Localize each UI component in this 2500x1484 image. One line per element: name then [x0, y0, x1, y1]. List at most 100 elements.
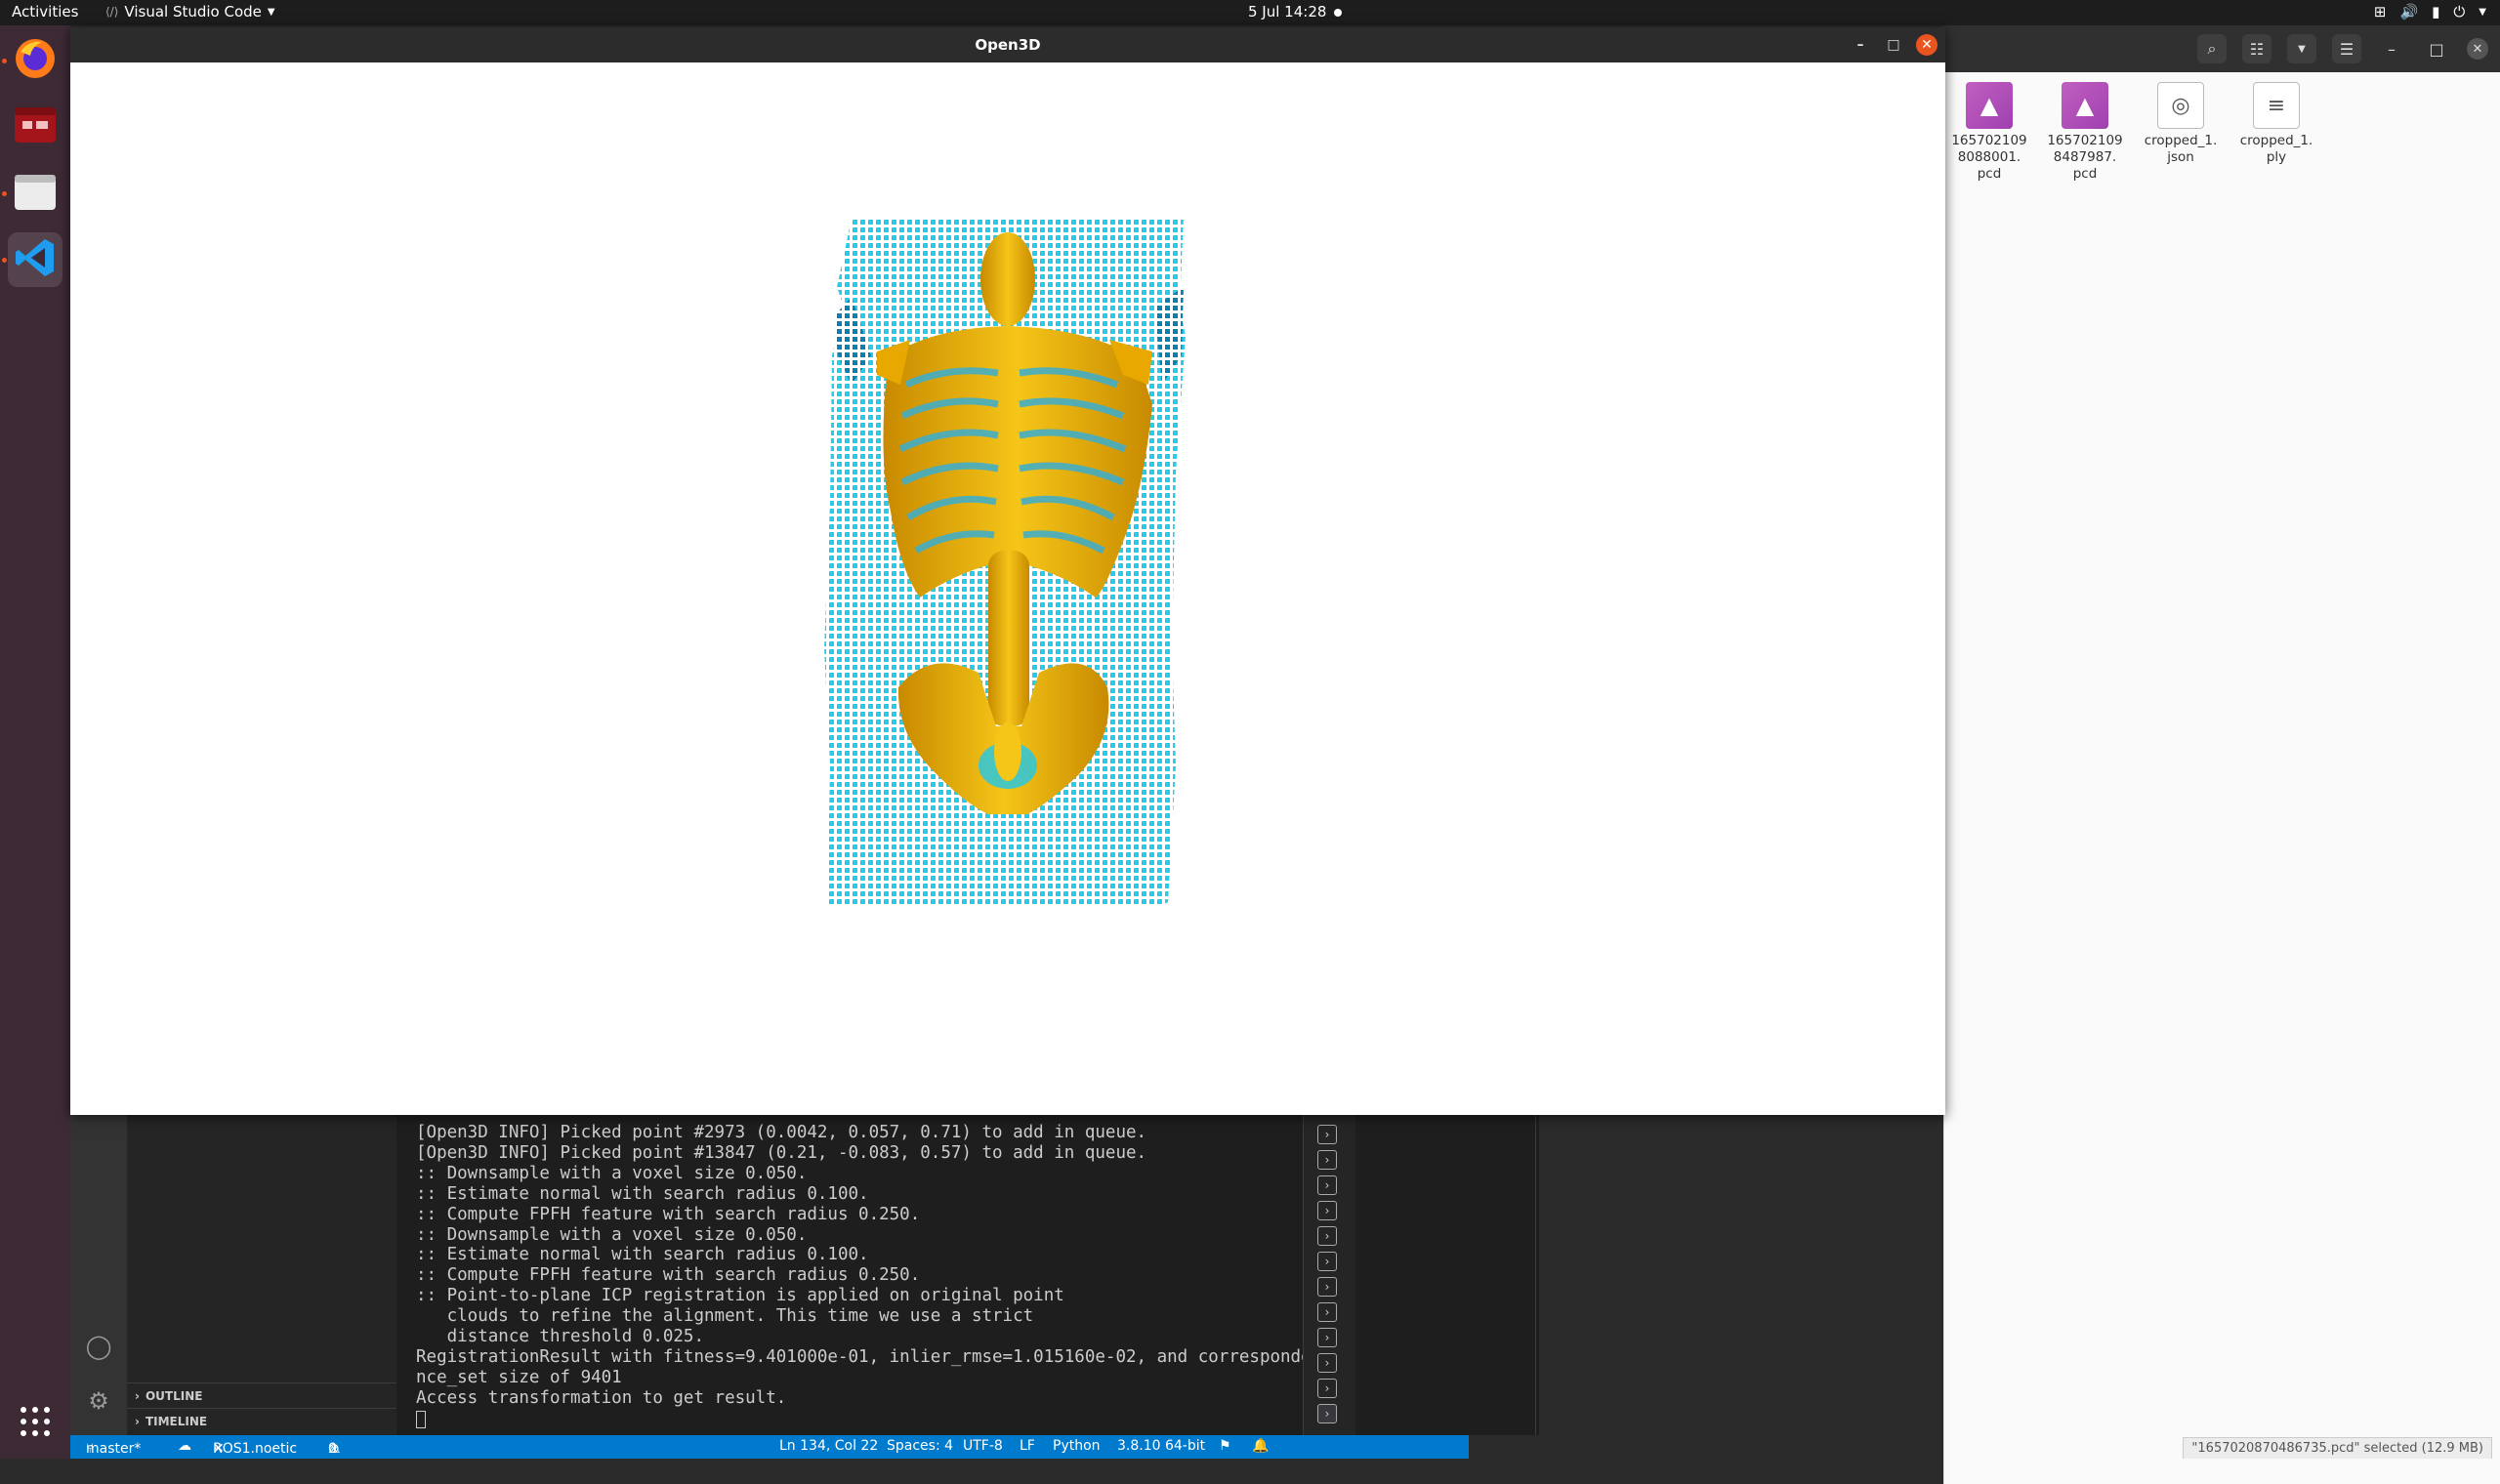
terminal-tab-icon[interactable]: ›: [1317, 1150, 1337, 1170]
file-name: cropped_1. json: [2144, 133, 2218, 165]
terminal-line: :: Downsample with a voxel size 0.050.: [416, 1163, 808, 1183]
dock-terminal[interactable]: [8, 100, 62, 154]
menu-icon[interactable]: ☰: [2332, 34, 2361, 63]
file-item[interactable]: ▲ 165702109 8487987. pcd: [2041, 82, 2129, 183]
terminal-tab-icon[interactable]: ›: [1317, 1252, 1337, 1271]
timeline-section[interactable]: › TIMELINE: [127, 1408, 396, 1433]
file-name: 165702109 8487987. pcd: [2047, 133, 2123, 182]
terminal-tab-icon[interactable]: ›: [1317, 1201, 1337, 1220]
image-file-icon: ▲: [1966, 82, 2013, 129]
minimize-icon[interactable]: –: [1850, 34, 1871, 56]
terminal-line: RegistrationResult with fitness=9.401000…: [416, 1346, 1312, 1367]
running-indicator: [2, 258, 7, 263]
view-list-icon[interactable]: ☷: [2242, 34, 2271, 63]
terminal-line: [Open3D INFO] Picked point #13847 (0.21,…: [416, 1142, 1147, 1163]
terminal-tab-icon-active[interactable]: ›: [1317, 1404, 1337, 1423]
terminal-icon: [13, 105, 58, 148]
divider: [1535, 1115, 1536, 1435]
vscode-icon: [14, 236, 57, 283]
show-applications-button[interactable]: [8, 1396, 62, 1451]
terminal-tab-icon[interactable]: ›: [1317, 1125, 1337, 1144]
system-tray[interactable]: ⊞ 🔊 ▮ ⏻ ▼: [2374, 3, 2486, 21]
terminal-tab-icon[interactable]: ›: [1317, 1226, 1337, 1246]
sync-icon[interactable]: ☁: [178, 1438, 191, 1454]
firefox-icon: [13, 36, 58, 85]
terminal-tab-icon[interactable]: ›: [1317, 1328, 1337, 1347]
chevron-down-icon: ▼: [267, 6, 275, 18]
top-bar: Activities ⟨/⟩ Visual Studio Code ▼ 5 Ju…: [0, 0, 2500, 25]
vscode-window: ◯ ⚙ › OUTLINE › TIMELINE [Open3D INFO] P…: [70, 1115, 1539, 1459]
eol-status[interactable]: LF: [1020, 1438, 1035, 1454]
image-file-icon: ▲: [2062, 82, 2108, 129]
terminal-line: clouds to refine the alignment. This tim…: [416, 1306, 1034, 1327]
ros-label: ROS1.noetic: [213, 1441, 298, 1457]
battery-icon: ▮: [2432, 3, 2440, 21]
encoding-status[interactable]: UTF-8: [963, 1438, 1003, 1454]
network-icon: ⊞: [2373, 3, 2387, 21]
branch-label: master*: [86, 1441, 142, 1457]
clock[interactable]: 5 Jul 14:28: [1248, 3, 1326, 21]
file-item[interactable]: ◎ cropped_1. json: [2137, 82, 2225, 166]
terminal-tab-icon[interactable]: ›: [1317, 1379, 1337, 1398]
activities-button[interactable]: Activities: [12, 3, 78, 21]
activity-bar: ◯ ⚙: [70, 1115, 127, 1435]
bell-icon[interactable]: 🔔: [1252, 1438, 1269, 1454]
section-label: OUTLINE: [145, 1388, 203, 1403]
files-headerbar: ⌕ ☷ ▼ ☰ – □ ✕: [1943, 25, 2500, 72]
maximize-icon[interactable]: □: [1883, 34, 1904, 56]
status-bar: ⑂ master* ☁ ✕ ROS1.noetic ⊗ 0 ⚠ 0 Ln 134…: [70, 1435, 1469, 1459]
file-item[interactable]: ≡ cropped_1. ply: [2232, 82, 2320, 166]
terminal-line: Access transformation to get result.: [416, 1387, 787, 1408]
power-icon: ⏻: [2453, 3, 2466, 21]
file-name: cropped_1. ply: [2239, 133, 2313, 165]
warning-count: 0: [328, 1441, 337, 1457]
search-icon[interactable]: ⌕: [2197, 34, 2227, 63]
window-title: Open3D: [975, 36, 1041, 54]
terminal-line: :: Compute FPFH feature with search radi…: [416, 1204, 921, 1224]
open3d-titlebar[interactable]: Open3D – □ ✕: [70, 27, 1945, 62]
indentation-status[interactable]: Spaces: 4: [887, 1438, 953, 1454]
running-indicator: [2, 191, 7, 196]
feedback-icon[interactable]: ⚑: [1219, 1438, 1231, 1454]
file-item[interactable]: ▲ 165702109 8088001. pcd: [1945, 82, 2033, 183]
close-icon[interactable]: ✕: [1916, 34, 1938, 56]
cursor-position[interactable]: Ln 134, Col 22: [779, 1438, 878, 1454]
outline-section[interactable]: › OUTLINE: [127, 1382, 396, 1408]
maximize-icon[interactable]: □: [2422, 34, 2451, 63]
terminal-tab-icon[interactable]: ›: [1317, 1175, 1337, 1195]
terminal-line: :: Estimate normal with search radius 0.…: [416, 1245, 869, 1265]
language-status[interactable]: Python: [1053, 1438, 1101, 1454]
minimize-icon[interactable]: –: [2377, 34, 2406, 63]
close-icon[interactable]: ✕: [2467, 38, 2488, 60]
terminal-output[interactable]: [Open3D INFO] Picked point #2973 (0.0042…: [396, 1115, 1312, 1435]
chevron-down-icon: ▼: [2479, 6, 2486, 18]
notification-dot: [1334, 9, 1342, 17]
terminal-cursor: [416, 1410, 426, 1428]
dock-files[interactable]: [8, 166, 62, 221]
terminal-tab-icon[interactable]: ›: [1317, 1277, 1337, 1297]
selection-status: "1657020870486735.pcd" selected (12.9 MB…: [2183, 1437, 2492, 1459]
dock-firefox[interactable]: [8, 33, 62, 88]
file-name: 165702109 8088001. pcd: [1951, 133, 2027, 182]
interpreter-status[interactable]: 3.8.10 64-bit: [1117, 1438, 1205, 1454]
terminal-tab-icon[interactable]: ›: [1317, 1353, 1337, 1373]
terminal-tab-icon[interactable]: ›: [1317, 1302, 1337, 1322]
chevron-down-icon[interactable]: ▼: [2287, 34, 2316, 63]
json-file-icon: ◎: [2157, 82, 2204, 129]
running-indicator: [2, 59, 7, 63]
text-file-icon: ≡: [2253, 82, 2300, 129]
dock-vscode[interactable]: [8, 232, 62, 287]
vscode-small-icon: ⟨/⟩: [105, 5, 119, 19]
app-menu[interactable]: ⟨/⟩ Visual Studio Code ▼: [105, 3, 275, 21]
chevron-right-icon: ›: [135, 1388, 140, 1403]
open3d-window: Open3D – □ ✕: [70, 27, 1945, 1115]
app-grid-icon: [19, 1405, 52, 1442]
pointcloud-viewport[interactable]: [70, 62, 1945, 1115]
editor-area: [1355, 1115, 1539, 1435]
gear-icon[interactable]: ⚙: [84, 1386, 113, 1416]
account-icon[interactable]: ◯: [84, 1332, 113, 1361]
chevron-right-icon: ›: [135, 1414, 140, 1428]
terminal-line: :: Downsample with a voxel size 0.050.: [416, 1224, 808, 1245]
terminal-line: nce_set size of 9401: [416, 1367, 622, 1387]
files-empty-area: [1943, 1103, 2500, 1484]
